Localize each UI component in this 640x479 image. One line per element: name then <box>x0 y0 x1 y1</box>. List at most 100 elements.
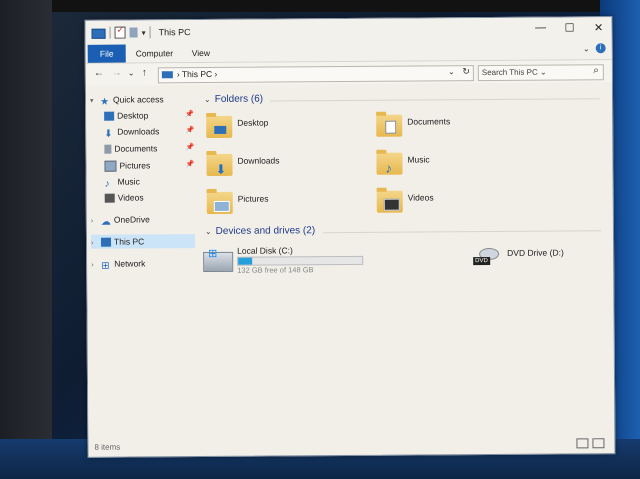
drive-name: Local Disk (C:) <box>237 245 293 256</box>
expand-ribbon-chevron-icon[interactable]: ⌄ <box>583 44 590 53</box>
window-title: This PC <box>158 27 191 38</box>
sidebar-item-onedrive[interactable]: › ☁ OneDrive <box>91 212 195 229</box>
sidebar-item-music[interactable]: ♪ Music <box>91 174 195 189</box>
sidebar-item-label: Videos <box>117 192 144 203</box>
documents-folder-icon <box>376 114 403 137</box>
large-icons-view-icon[interactable] <box>592 438 605 449</box>
search-placeholder[interactable]: Search This PC ⌄ <box>482 68 547 77</box>
customize-toolbar-chevron-icon[interactable]: ▾ <box>142 28 146 37</box>
tab-file[interactable]: File <box>87 44 126 63</box>
folder-name: Pictures <box>237 193 269 204</box>
collapse-chevron-icon[interactable]: ⌄ <box>205 227 212 236</box>
address-dropdown-chevron-icon[interactable]: ⌄ <box>448 67 455 76</box>
pictures-folder-icon <box>206 191 233 214</box>
downloads-folder-icon: ⬇ <box>206 153 233 177</box>
breadcrumb-this-pc[interactable]: This PC <box>182 69 212 79</box>
minimize-button[interactable]: — <box>527 22 555 34</box>
folders-section-title: Folders (6) <box>214 93 264 105</box>
star-icon: ★ <box>100 96 110 108</box>
new-folder-icon[interactable] <box>129 27 138 38</box>
folder-desktop[interactable]: Desktop <box>204 113 374 146</box>
close-button[interactable]: ✕ <box>585 21 613 34</box>
local-disk-icon: ⊞ <box>203 248 234 273</box>
navigation-bar: ← → ⌄ ↑ › This PC › ⌄ ↻ Search This PC ⌄… <box>85 60 612 86</box>
sidebar-item-label: OneDrive <box>113 214 150 225</box>
dvd-badge: DVD <box>473 257 490 266</box>
folder-music[interactable]: ♪ Music <box>374 150 544 183</box>
music-folder-icon: ♪ <box>376 152 403 176</box>
back-button[interactable]: ← <box>94 68 104 79</box>
section-divider <box>322 230 601 234</box>
drive-name: DVD Drive (D:) <box>507 247 564 258</box>
drives-section-title: Devices and drives (2) <box>215 225 316 237</box>
toolbar-separator <box>109 26 111 39</box>
collapse-chevron-icon[interactable]: ⌄ <box>204 95 211 104</box>
folders-section-header[interactable]: ⌄ Folders (6) <box>204 94 263 105</box>
dvd-drive-icon: DVD <box>473 247 500 270</box>
sidebar-item-label: Network <box>114 258 146 269</box>
item-count: 8 items <box>94 442 121 452</box>
pin-icon: 📌 <box>185 144 195 152</box>
expand-chevron-icon[interactable]: › <box>91 215 101 229</box>
status-bar: 8 items <box>88 435 614 457</box>
monitor-bezel-top <box>0 0 640 12</box>
folder-documents[interactable]: Documents <box>374 112 544 145</box>
file-explorer-window: ▾ This PC — ☐ ✕ File Computer View ⌄ i ←… <box>84 16 616 458</box>
quick-access-toolbar: ▾ This PC <box>91 26 191 39</box>
section-divider <box>270 98 601 102</box>
this-pc-icon <box>101 237 112 247</box>
properties-icon[interactable] <box>114 26 126 39</box>
help-icon[interactable]: i <box>595 43 606 54</box>
folder-name: Videos <box>407 192 434 203</box>
recent-locations-chevron-icon[interactable]: ⌄ <box>128 69 135 78</box>
content-area: ⌄ Folders (6) Desktop Documents ⬇ Downloa… <box>200 83 610 438</box>
sidebar-item-label: Music <box>117 176 140 187</box>
this-pc-icon <box>161 71 173 79</box>
sidebar-item-documents[interactable]: Documents 📌 <box>90 141 194 156</box>
drive-dvd-d[interactable]: DVD DVD Drive (D:) <box>473 243 640 278</box>
drive-local-disk-c[interactable]: ⊞ Local Disk (C:) 132 GB free of 148 GB <box>203 245 373 280</box>
collapse-chevron-icon[interactable]: ▾ <box>90 95 100 109</box>
up-button[interactable]: ↑ <box>142 67 147 78</box>
title-bar[interactable]: ▾ This PC — ☐ ✕ <box>85 17 613 45</box>
breadcrumb[interactable]: › This PC › <box>177 69 218 79</box>
sidebar-item-this-pc[interactable]: › This PC <box>90 234 196 251</box>
pin-icon: 📌 <box>185 127 195 135</box>
desktop-folder-icon <box>206 115 233 139</box>
refresh-icon[interactable]: ↻ <box>462 66 470 77</box>
drive-usage-fill <box>238 257 252 265</box>
folder-downloads[interactable]: ⬇ Downloads <box>204 151 374 184</box>
breadcrumb-separator[interactable]: › <box>214 69 217 79</box>
sidebar-item-videos[interactable]: Videos <box>91 190 195 205</box>
ribbon-controls: ⌄ i <box>583 43 606 54</box>
details-view-icon[interactable] <box>576 438 589 449</box>
expand-chevron-icon[interactable]: › <box>91 237 101 251</box>
folder-pictures[interactable]: Pictures <box>205 189 375 222</box>
documents-icon <box>104 144 112 154</box>
sidebar-item-network[interactable]: › ⊞ Network <box>91 256 195 273</box>
drives-section-header[interactable]: ⌄ Devices and drives (2) <box>205 225 315 237</box>
folder-videos[interactable]: Videos <box>375 188 545 221</box>
pictures-icon <box>104 160 117 172</box>
address-bar[interactable]: › This PC › ⌄ ↻ <box>157 65 474 84</box>
tab-view[interactable]: View <box>184 44 218 62</box>
folder-name: Music <box>407 154 430 165</box>
sidebar-item-pictures[interactable]: Pictures 📌 <box>90 158 195 173</box>
search-icon[interactable]: ⌕ <box>593 65 599 76</box>
forward-button[interactable]: → <box>112 68 122 79</box>
sidebar-item-quick-access[interactable]: ▾ ★ Quick access <box>90 92 194 109</box>
maximize-button[interactable]: ☐ <box>556 21 584 34</box>
sidebar-item-desktop[interactable]: Desktop 📌 <box>90 108 194 123</box>
search-chevron-icon[interactable]: ⌄ <box>540 68 547 77</box>
folder-name: Documents <box>407 116 451 127</box>
this-pc-app-icon <box>91 28 106 39</box>
tab-computer[interactable]: Computer <box>128 44 181 62</box>
sidebar-item-downloads[interactable]: ⬇ Downloads 📌 <box>90 124 195 140</box>
sidebar-item-label: Pictures <box>119 160 151 171</box>
folder-name: Downloads <box>237 155 280 166</box>
search-box[interactable]: Search This PC ⌄ ⌕ <box>477 64 604 82</box>
toolbar-separator <box>149 26 151 39</box>
sidebar-item-label: Quick access <box>113 94 164 105</box>
expand-chevron-icon[interactable]: › <box>91 259 101 273</box>
desktop-icon <box>104 111 115 121</box>
